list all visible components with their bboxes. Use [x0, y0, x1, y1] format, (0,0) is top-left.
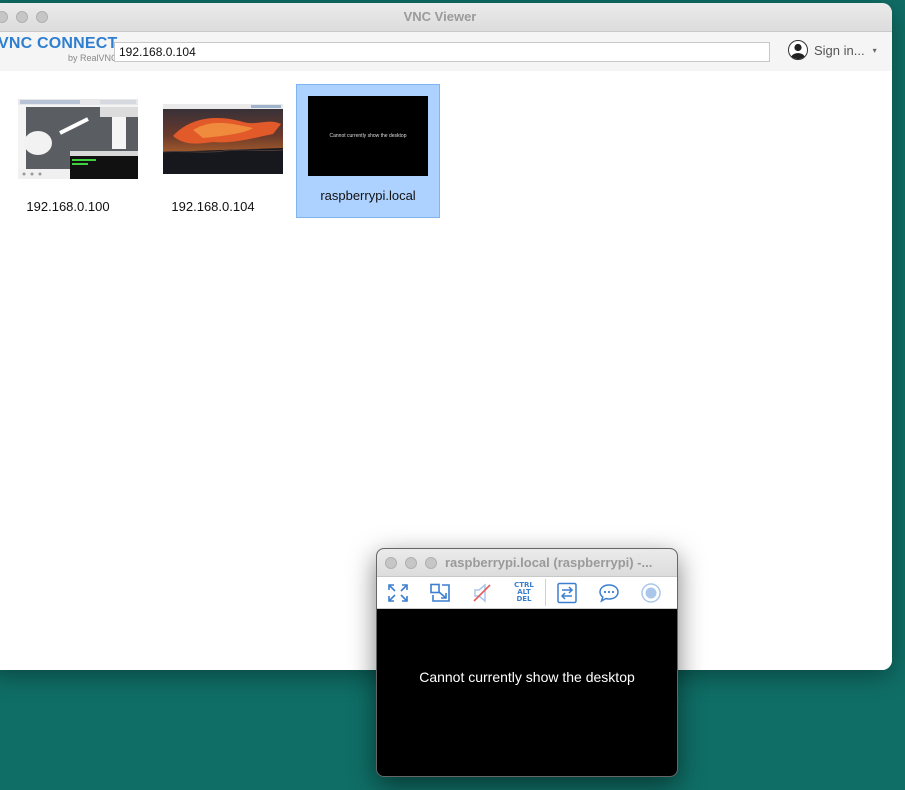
main-titlebar[interactable]: VNC Viewer [0, 3, 892, 32]
scale-icon [430, 583, 450, 602]
session-window: raspberrypi.local (raspberrypi) -... CTR… [376, 548, 678, 777]
ctrl-alt-del-button[interactable]: CTRL ALT DEL [503, 577, 545, 608]
session-message: Cannot currently show the desktop [419, 669, 635, 685]
sign-in-button[interactable]: Sign in... ▾ [788, 40, 877, 60]
logo-sub-text: by RealVNC [68, 53, 118, 63]
connection-tile-raspberrypi-local[interactable]: Cannot currently show the desktop raspbe… [296, 84, 440, 218]
logo-main-text: VNC CONNECT [0, 35, 118, 52]
session-titlebar[interactable]: raspberrypi.local (raspberrypi) -... [377, 549, 677, 577]
desktop-thumbnail [18, 99, 138, 179]
connection-tile-192-168-0-100[interactable]: 192.168.0.100 [0, 84, 140, 218]
scale-button[interactable] [419, 577, 461, 608]
connection-label: 192.168.0.100 [26, 199, 110, 214]
del-text: DEL [516, 595, 532, 603]
connection-tile-192-168-0-104[interactable]: 192.168.0.104 [141, 84, 285, 218]
session-window-controls [385, 557, 437, 569]
desktop-thumbnail: Cannot currently show the desktop [308, 96, 428, 176]
zoom-session-button[interactable] [425, 557, 437, 569]
chat-icon [599, 583, 619, 603]
chevron-down-icon: ▾ [872, 45, 877, 55]
user-avatar-icon [788, 40, 808, 60]
file-transfer-icon [557, 582, 577, 603]
connection-label: raspberrypi.local [320, 188, 416, 203]
record-button[interactable] [630, 577, 672, 608]
window-title: VNC Viewer [403, 9, 477, 24]
address-input[interactable]: 192.168.0.104 [114, 42, 770, 62]
audio-muted-icon [473, 582, 491, 603]
remote-desktop-view[interactable]: Cannot currently show the desktop [377, 608, 677, 776]
session-toolbar: CTRL ALT DEL [377, 577, 677, 609]
fullscreen-icon [388, 583, 408, 602]
file-transfer-button[interactable] [546, 577, 588, 608]
connection-label: 192.168.0.104 [171, 199, 255, 214]
record-icon [641, 582, 661, 603]
audio-button[interactable] [461, 577, 503, 608]
sign-in-label: Sign in... [814, 42, 865, 58]
chat-button[interactable] [588, 577, 630, 608]
fullscreen-button[interactable] [377, 577, 419, 608]
minimize-session-button[interactable] [405, 557, 417, 569]
close-session-button[interactable] [385, 557, 397, 569]
main-toolbar: VNC CONNECT by RealVNC 192.168.0.104 Sig… [0, 32, 892, 72]
thumbnail-message: Cannot currently show the desktop [329, 133, 407, 139]
desktop-thumbnail [163, 104, 283, 174]
vnc-connect-logo: VNC CONNECT by RealVNC [0, 36, 118, 63]
session-title: raspberrypi.local (raspberrypi) -... [445, 555, 653, 570]
ctrl-alt-del-icon: CTRL ALT DEL [514, 582, 534, 603]
